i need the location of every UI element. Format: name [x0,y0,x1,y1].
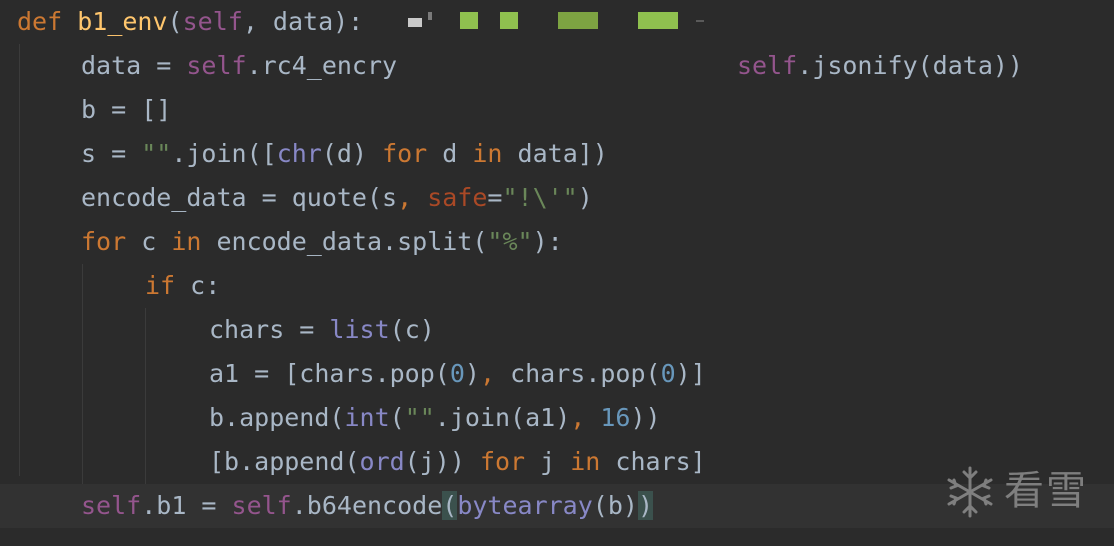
code-token: 0 [660,359,676,388]
code-token: [b.append( [209,447,360,476]
code-text-tail: self.jsonify(data)) [737,44,1023,88]
code-text: if c: [145,264,220,308]
redaction-block [408,10,728,38]
code-token: 0 [449,359,465,388]
code-token: chr [276,139,322,168]
code-token: )) [630,403,661,432]
code-token: (d) [321,139,383,168]
code-text: for c in encode_data.split("%"): [81,220,563,264]
code-token: (b) [592,491,638,520]
code-text: s = "".join([chr(d) for d in data]) [81,132,608,176]
code-token: .join(a1) [434,403,571,432]
code-token: .jsonify(data)) [797,51,1023,80]
code-line[interactable]: s = "".join([chr(d) for d in data]) [0,132,1114,176]
code-token: encode_data.split( [201,227,488,256]
code-token: j [525,447,571,476]
code-token: .b64encode [291,491,443,520]
code-token: (j)) [404,447,480,476]
code-token: self [81,491,142,520]
code-token: self [231,491,292,520]
code-token: ( [389,403,405,432]
code-token: .b1 = [141,491,232,520]
code-token: def [17,7,78,36]
code-token: "" [404,403,435,432]
code-token: chars.pop( [510,359,661,388]
code-token: s = [81,139,142,168]
watermark-text: 看雪 [1004,468,1088,514]
code-text: [b.append(ord(j)) for j in chars] [209,440,706,484]
code-token: for [382,139,428,168]
code-token: int [344,403,390,432]
code-token: self [737,51,798,80]
code-token: c: [175,271,221,300]
code-text: self.b1 = self.b64encode(bytearray(b)) [81,484,654,528]
code-token: .rc4_encry [246,51,398,80]
code-token: d [427,139,473,168]
code-token: ( [167,7,183,36]
code-text: b = [] [81,88,171,132]
code-token: ) [464,359,480,388]
code-line[interactable]: chars = list(c) [0,308,1114,352]
code-token: )] [675,359,706,388]
code-token: in [472,139,503,168]
code-token: b1_env [77,7,168,36]
code-token: data]) [502,139,608,168]
code-line[interactable]: a1 = [chars.pop(0), chars.pop(0)] [0,352,1114,396]
code-token: bytearray [457,491,593,520]
code-token: encode_data = quote(s [81,183,398,212]
code-text: data = self.rc4_encry [81,44,397,88]
code-token: b = [] [81,95,172,124]
code-token: "%" [487,227,533,256]
code-token: , [479,359,511,388]
code-token: ( [442,491,458,520]
code-token: , [397,183,428,212]
code-token: ): [532,227,563,256]
code-token: c [126,227,172,256]
code-token: in [171,227,202,256]
code-token: self [182,7,243,36]
code-text: chars = list(c) [209,308,435,352]
code-token: for [479,447,526,476]
code-token: for [81,227,127,256]
code-token: , [570,403,601,432]
code-line[interactable]: if c: [0,264,1114,308]
code-line[interactable]: data = self.rc4_encry self.jsonify(data)) [0,44,1114,88]
code-text: b.append(int("".join(a1), 16)) [209,396,661,440]
code-line[interactable]: encode_data = quote(s, safe="!\'") [0,176,1114,220]
code-token: if [145,271,176,300]
code-text: a1 = [chars.pop(0), chars.pop(0)] [209,352,706,396]
code-token: ord [359,447,405,476]
code-token: (c) [389,315,435,344]
code-line[interactable]: for c in encode_data.split("%"): [0,220,1114,264]
code-token: chars = [209,315,330,344]
code-token: list [329,315,390,344]
code-token: safe [427,183,488,212]
code-token: a1 = [chars.pop( [209,359,450,388]
code-token: self [186,51,247,80]
code-token: ) [577,183,593,212]
code-token: = [487,183,503,212]
code-line[interactable]: b = [] [0,88,1114,132]
code-token: chars] [600,447,706,476]
snowflake-icon [947,466,993,518]
code-token: , data): [242,7,364,36]
code-token: 16 [600,403,631,432]
code-token: b.append( [209,403,345,432]
code-text: def b1_env(self, data): [17,0,363,44]
code-line[interactable]: b.append(int("".join(a1), 16)) [0,396,1114,440]
code-token: ) [637,491,654,520]
code-token: .join([ [171,139,277,168]
code-token: data = [81,51,187,80]
code-editor[interactable]: def b1_env(self, data): data = self.rc4_e… [0,0,1114,546]
code-token: "" [141,139,172,168]
code-token: in [570,447,601,476]
watermark: 看雪 [942,462,1102,522]
code-token: "!\'" [502,183,578,212]
code-text: encode_data = quote(s, safe="!\'") [81,176,593,220]
